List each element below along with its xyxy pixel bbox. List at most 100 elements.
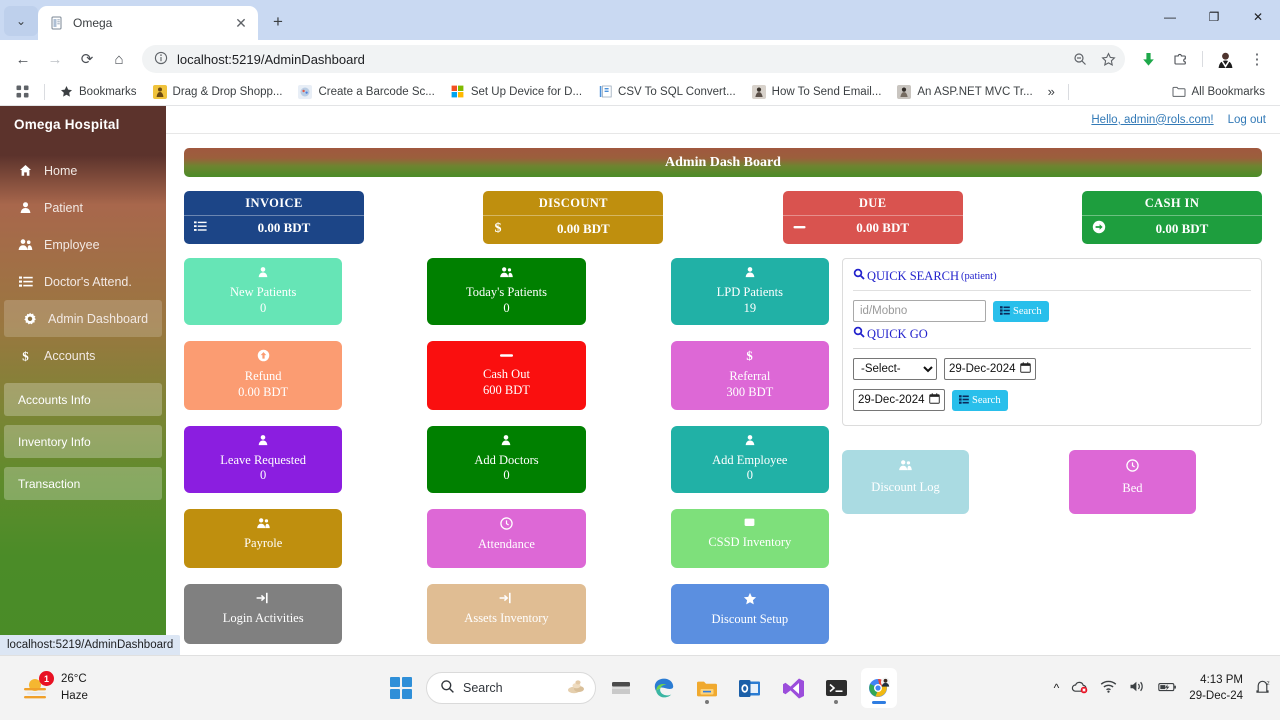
sidebar-group-accounts-info[interactable]: Accounts Info xyxy=(4,383,162,416)
browser-window: ⌄ Omega ✕ + — ❐ ✕ ← → ⟳ ⌂ localhost:5219… xyxy=(0,0,1280,655)
sidebar-item-employee[interactable]: Employee xyxy=(0,226,166,263)
bookmark-item[interactable]: Drag & Drop Shopp... xyxy=(146,82,290,102)
close-icon[interactable]: ✕ xyxy=(232,14,250,32)
weather-widget[interactable]: 1 26°C Haze xyxy=(0,671,88,704)
address-bar[interactable]: localhost:5219/AdminDashboard xyxy=(142,45,1125,73)
stat-card-due[interactable]: DUE 0.00 BDT xyxy=(782,191,963,244)
sidebar-item-doctors-attend[interactable]: Doctor's Attend. xyxy=(0,263,166,300)
tray-chevron-icon[interactable]: ^ xyxy=(1054,681,1060,695)
sidebar-item-admin-dashboard[interactable]: Admin Dashboard xyxy=(4,300,162,337)
tile-label: Cash Out xyxy=(483,367,530,382)
download-icon[interactable] xyxy=(1133,44,1163,74)
new-tab-button[interactable]: + xyxy=(264,8,292,36)
tile-cash-out[interactable]: Cash Out 600 BDT xyxy=(427,341,586,410)
search-input[interactable] xyxy=(853,300,986,322)
stat-card-cash-in[interactable]: CASH IN 0.00 BDT xyxy=(1081,191,1262,244)
visual-studio-icon[interactable] xyxy=(775,668,811,708)
calendar-icon[interactable] xyxy=(1020,362,1031,376)
extensions-icon[interactable] xyxy=(1165,44,1195,74)
tile-refund[interactable]: Refund 0.00 BDT xyxy=(184,341,343,410)
browser-tab[interactable]: Omega ✕ xyxy=(38,6,258,40)
bookmark-item[interactable]: Set Up Device for D... xyxy=(444,82,589,102)
windows-start-icon[interactable] xyxy=(383,668,419,708)
browser-menu-icon[interactable]: ⋮ xyxy=(1242,44,1272,74)
search-icon xyxy=(853,326,865,342)
tile-new-patients[interactable]: New Patients 0 xyxy=(184,258,343,326)
cloud-icon[interactable] xyxy=(1071,680,1088,697)
home-icon[interactable]: ⌂ xyxy=(104,44,134,74)
reload-icon[interactable]: ⟳ xyxy=(72,44,102,74)
stat-value: 0.00 BDT xyxy=(856,220,910,235)
list-icon xyxy=(194,220,214,236)
notification-icon[interactable]: z xyxy=(1255,679,1270,698)
bookmark-item[interactable]: How To Send Email... xyxy=(745,82,889,102)
arrow-right-circle-icon xyxy=(1092,220,1112,238)
copilot-icon[interactable] xyxy=(567,678,587,699)
outlook-icon[interactable] xyxy=(732,668,768,708)
bookmark-item[interactable]: CSV To SQL Convert... xyxy=(591,82,743,102)
tile-add-doctors[interactable]: Add Doctors 0 xyxy=(427,425,586,493)
tile-referral[interactable]: $ Referral 300 BDT xyxy=(670,341,829,410)
tile-leave-requested[interactable]: Leave Requested 0 xyxy=(184,425,343,493)
stat-card-discount[interactable]: DISCOUNT $ 0.00 BDT xyxy=(483,191,664,244)
tile-payrole[interactable]: Payrole xyxy=(184,508,343,569)
stat-card-invoice[interactable]: INVOICE 0.00 BDT xyxy=(184,191,364,244)
star-icon[interactable] xyxy=(1095,46,1121,72)
tile-bed[interactable]: Bed xyxy=(1069,450,1196,514)
minus-icon xyxy=(433,349,579,364)
terminal-icon[interactable] xyxy=(818,668,854,708)
edge-icon[interactable] xyxy=(646,668,682,708)
profile-avatar[interactable] xyxy=(1210,44,1240,74)
volume-icon[interactable] xyxy=(1129,680,1146,696)
quick-go-search-button-label: Search xyxy=(972,394,1001,406)
forward-icon[interactable]: → xyxy=(40,44,70,74)
omnibox-actions xyxy=(1067,46,1121,72)
sidebar-item-patient[interactable]: Patient xyxy=(0,189,166,226)
tile-cssd-inventory[interactable]: CSSD Inventory xyxy=(670,508,829,569)
calendar-icon[interactable] xyxy=(929,393,940,407)
tile-discount-setup[interactable]: Discount Setup xyxy=(670,584,829,644)
bookmark-item[interactable]: An ASP.NET MVC Tr... xyxy=(890,82,1039,102)
quick-search-button[interactable]: Search xyxy=(993,300,1049,322)
date-from-input[interactable]: 29-Dec-2024 xyxy=(944,358,1036,380)
quick-go-row-2: 29-Dec-2024 Search xyxy=(853,389,1251,411)
zoom-out-icon[interactable] xyxy=(1067,46,1093,72)
tile-lpd-patients[interactable]: LPD Patients 19 xyxy=(670,258,829,326)
info-icon[interactable] xyxy=(154,51,168,68)
clock-icon xyxy=(1075,459,1190,476)
tile-discount-log[interactable]: Discount Log xyxy=(842,450,969,514)
tab-search-button[interactable]: ⌄ xyxy=(4,6,38,36)
sidebar-item-home[interactable]: Home xyxy=(0,152,166,189)
logout-link[interactable]: Log out xyxy=(1228,114,1266,126)
restore-button[interactable]: ❐ xyxy=(1192,0,1236,34)
chrome-icon[interactable] xyxy=(861,668,897,708)
tile-todays-patients[interactable]: Today's Patients 0 xyxy=(427,258,586,326)
date-to-input[interactable]: 29-Dec-2024 xyxy=(853,389,945,411)
back-icon[interactable]: ← xyxy=(8,44,38,74)
tile-add-employee[interactable]: Add Employee 0 xyxy=(670,425,829,493)
file-explorer-icon[interactable] xyxy=(603,668,639,708)
apps-grid-icon[interactable] xyxy=(8,81,37,102)
tile-attendance[interactable]: Attendance xyxy=(427,508,586,569)
sidebar-item-accounts[interactable]: $ Accounts xyxy=(0,337,166,374)
tile-assets-inventory[interactable]: Assets Inventory xyxy=(427,584,586,644)
taskbar-search-box[interactable]: Search xyxy=(426,672,596,704)
category-select[interactable]: -Select- xyxy=(853,358,937,380)
tab-strip: ⌄ Omega ✕ + — ❐ ✕ xyxy=(0,0,1280,40)
sidebar-group-label: Transaction xyxy=(18,476,81,491)
folder-icon[interactable] xyxy=(689,668,725,708)
tile-login-activities[interactable]: Login Activities xyxy=(184,584,343,644)
bookmarks-overflow-icon[interactable]: » xyxy=(1042,81,1061,102)
sidebar-group-inventory-info[interactable]: Inventory Info xyxy=(4,425,162,458)
minimize-button[interactable]: — xyxy=(1148,0,1192,34)
bookmark-item[interactable]: Bookmarks xyxy=(52,82,144,102)
taskbar-clock[interactable]: 4:13 PM 29-Dec-24 xyxy=(1189,672,1243,704)
all-bookmarks-button[interactable]: All Bookmarks xyxy=(1165,82,1273,102)
account-link[interactable]: Hello, admin@rols.com! xyxy=(1091,114,1213,126)
wifi-icon[interactable] xyxy=(1100,680,1117,696)
close-window-button[interactable]: ✕ xyxy=(1236,0,1280,34)
sidebar-group-transaction[interactable]: Transaction xyxy=(4,467,162,500)
bookmark-item[interactable]: Create a Barcode Sc... xyxy=(291,82,441,102)
battery-icon[interactable] xyxy=(1158,681,1177,696)
quick-go-search-button[interactable]: Search xyxy=(952,389,1008,411)
